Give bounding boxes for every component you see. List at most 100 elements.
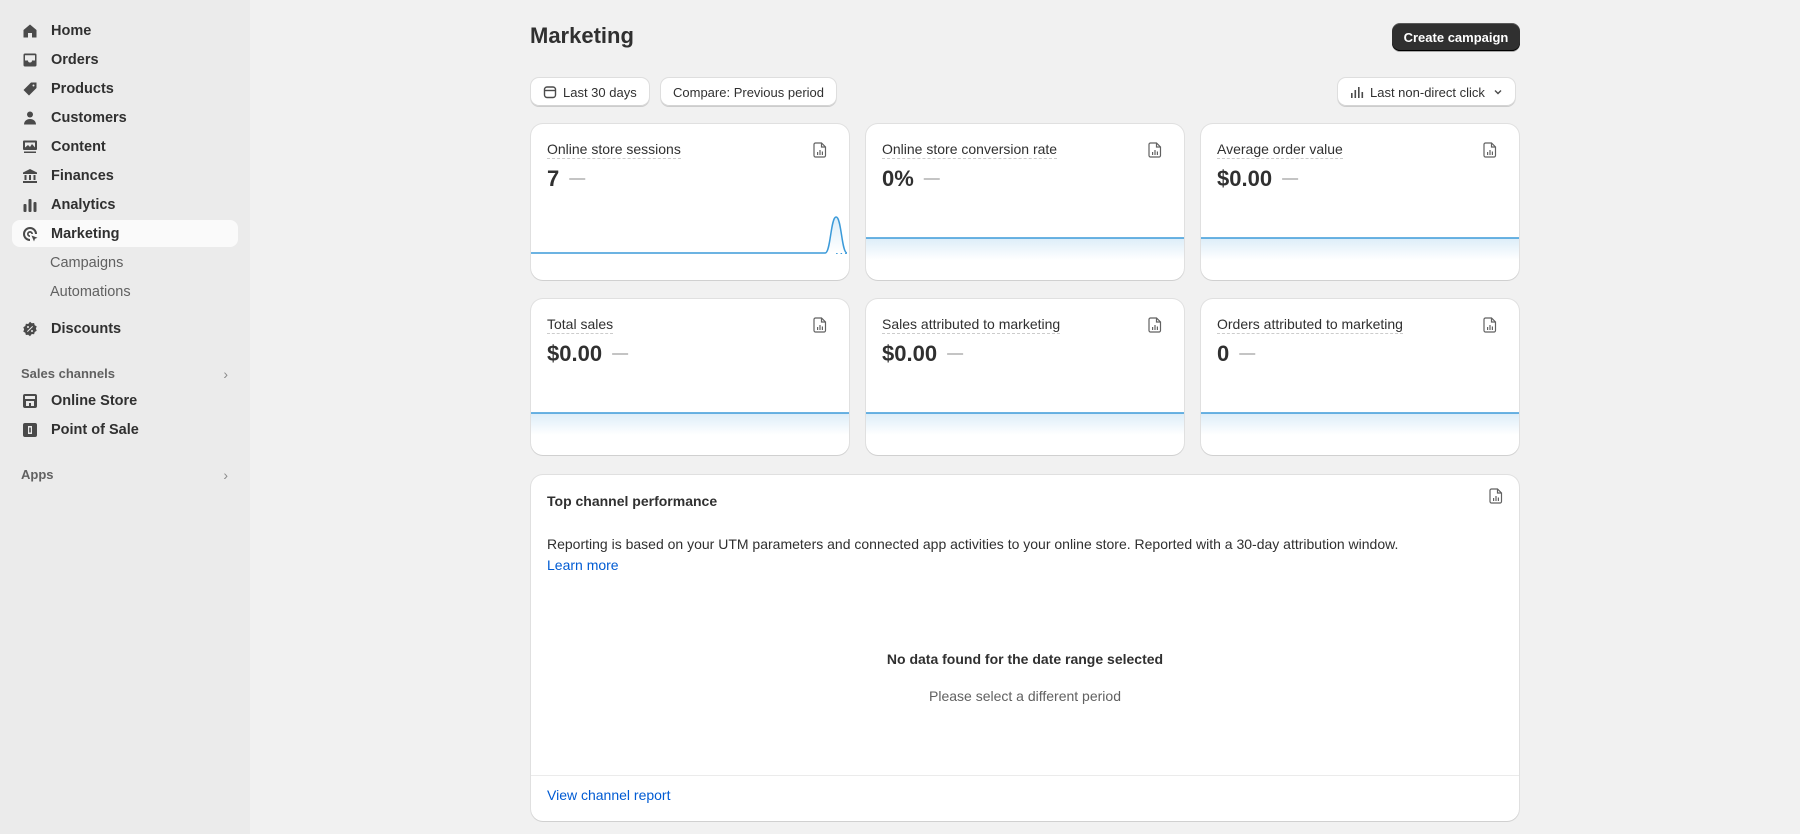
- sidebar-item-label: Point of Sale: [51, 421, 139, 438]
- description-text: Reporting is based on your UTM parameter…: [547, 536, 1399, 552]
- sparkline-area: [866, 238, 1184, 260]
- metric-card[interactable]: Orders attributed to marketing 0—: [1201, 299, 1519, 455]
- metric-title[interactable]: Online store conversion rate: [882, 141, 1058, 159]
- metric-card[interactable]: Total sales $0.00 —: [531, 299, 849, 455]
- metric-value-text: $0.00: [882, 341, 938, 366]
- sidebar-item-discounts[interactable]: Discounts: [12, 315, 238, 342]
- sidebar-item-products[interactable]: Products: [12, 75, 238, 102]
- bar-chart-icon: [22, 197, 38, 213]
- metric-value: 0—: [1217, 341, 1255, 367]
- metric-value: $0.00 —: [882, 341, 963, 367]
- card-title: Top channel performance: [547, 493, 718, 509]
- report-icon[interactable]: [1483, 142, 1497, 158]
- sparkline-area: [1201, 238, 1519, 260]
- metric-change: —: [569, 170, 586, 187]
- metric-title[interactable]: Total sales: [547, 316, 614, 334]
- sidebar-item-label: Customers: [51, 109, 127, 126]
- bank-icon: [22, 168, 38, 184]
- view-channel-report-link[interactable]: View channel report: [547, 787, 670, 803]
- chevron-right-icon: ›: [223, 365, 228, 382]
- metric-card[interactable]: Online store conversion rate 0% —: [866, 124, 1184, 280]
- sparkline-area: [531, 217, 847, 253]
- metric-change: —: [1239, 345, 1256, 362]
- inbox-icon: [22, 52, 38, 68]
- chevron-right-icon: ›: [223, 466, 228, 483]
- sidebar: Home Orders Products Customers Content F…: [0, 0, 250, 834]
- sidebar-item-finances[interactable]: Finances: [12, 162, 238, 189]
- sidebar-item-point-of-sale[interactable]: Point of Sale: [12, 416, 238, 443]
- page-title: Marketing: [530, 23, 634, 48]
- sidebar-item-home[interactable]: Home: [12, 17, 238, 44]
- metric-card[interactable]: Online store sessions 7—: [531, 124, 849, 280]
- report-icon[interactable]: [1148, 142, 1162, 158]
- sidebar-item-label: Finances: [51, 167, 114, 184]
- metric-card[interactable]: Sales attributed to marketing $0.00 —: [866, 299, 1184, 455]
- discount-badge-icon: [22, 321, 38, 337]
- metric-title[interactable]: Orders attributed to marketing: [1217, 316, 1403, 334]
- metric-value-text: 7: [547, 166, 560, 191]
- date-range-label: Last 30 days: [563, 84, 637, 100]
- sidebar-item-label: Online Store: [51, 392, 138, 409]
- report-icon[interactable]: [1489, 488, 1503, 504]
- tag-icon: [22, 81, 38, 97]
- sparkline-area: [866, 413, 1184, 435]
- sparkline-area: [1201, 413, 1519, 435]
- sparkline-chart: [531, 412, 849, 435]
- card-footer: View channel report: [531, 775, 1519, 821]
- metric-value: $0.00 —: [547, 341, 628, 367]
- section-label: Apps: [21, 467, 54, 482]
- metric-change: —: [947, 345, 964, 362]
- sparkline-chart: [531, 216, 849, 254]
- sidebar-item-label: Marketing: [51, 225, 120, 242]
- create-campaign-button[interactable]: Create campaign: [1392, 23, 1520, 51]
- metric-change: —: [923, 170, 940, 187]
- sidebar-item-label: Discounts: [51, 320, 122, 337]
- image-icon: [22, 139, 38, 155]
- sparkline-chart: [1201, 237, 1519, 260]
- metric-value-text: 0%: [882, 166, 914, 191]
- metric-value: 7—: [547, 166, 585, 192]
- metric-change: —: [1282, 170, 1299, 187]
- empty-state-subtitle: Please select a different period: [929, 688, 1121, 704]
- store-icon: [22, 393, 38, 409]
- metric-value-text: $0.00: [547, 341, 603, 366]
- channel-description: Reporting is based on your UTM parameter…: [547, 534, 1398, 576]
- pos-icon: [22, 422, 38, 438]
- sidebar-item-label: Orders: [51, 51, 99, 68]
- metric-title[interactable]: Online store sessions: [547, 141, 681, 159]
- sparkline-line: [531, 216, 848, 254]
- compare-label: Compare: Previous period: [673, 84, 825, 100]
- sidebar-section-sales-channels[interactable]: Sales channels ›: [12, 360, 238, 387]
- metric-value: 0% —: [882, 166, 940, 192]
- sidebar-item-label: Analytics: [51, 196, 116, 213]
- sidebar-item-content[interactable]: Content: [12, 133, 238, 160]
- section-label: Sales channels: [21, 366, 115, 381]
- metric-title[interactable]: Average order value: [1217, 141, 1343, 159]
- report-icon[interactable]: [1483, 317, 1497, 333]
- date-range-button[interactable]: Last 30 days: [531, 78, 649, 106]
- compare-button[interactable]: Compare: Previous period: [661, 78, 837, 106]
- sparkline-area: [531, 413, 849, 435]
- top-channel-performance-card: Top channel performance Reporting is bas…: [531, 475, 1519, 821]
- home-icon: [22, 23, 38, 39]
- sidebar-item-marketing[interactable]: Marketing: [12, 220, 238, 247]
- metric-change: —: [612, 345, 629, 362]
- metric-card[interactable]: Average order value $0.00 —: [1201, 124, 1519, 280]
- sidebar-item-online-store[interactable]: Online Store: [12, 387, 238, 414]
- calendar-icon: [543, 86, 557, 99]
- sidebar-subitem-campaigns[interactable]: Campaigns: [12, 249, 238, 276]
- report-icon[interactable]: [813, 317, 827, 333]
- learn-more-link[interactable]: Learn more: [547, 555, 1398, 576]
- sidebar-item-analytics[interactable]: Analytics: [12, 191, 238, 218]
- sidebar-item-orders[interactable]: Orders: [12, 46, 238, 73]
- sidebar-item-customers[interactable]: Customers: [12, 104, 238, 131]
- report-icon[interactable]: [1148, 317, 1162, 333]
- person-icon: [22, 110, 38, 126]
- sparkline-chart: [1201, 412, 1519, 435]
- sidebar-section-apps[interactable]: Apps ›: [12, 461, 238, 488]
- report-icon[interactable]: [813, 142, 827, 158]
- attribution-model-button[interactable]: Last non-direct click: [1338, 78, 1515, 106]
- metric-title[interactable]: Sales attributed to marketing: [882, 316, 1061, 334]
- sidebar-item-label: Products: [51, 80, 114, 97]
- sidebar-subitem-automations[interactable]: Automations: [12, 278, 238, 305]
